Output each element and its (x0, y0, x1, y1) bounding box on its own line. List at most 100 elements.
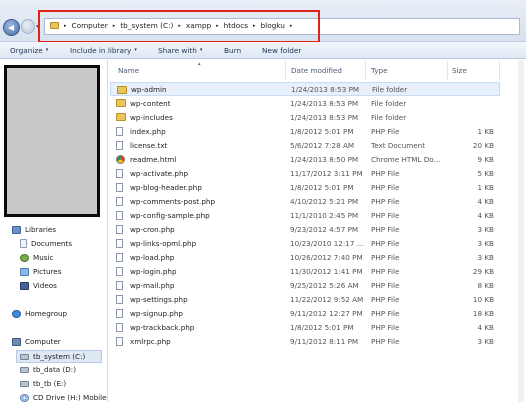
nav-drive-d[interactable]: tb_data (D:) (20, 365, 76, 374)
file-icon (116, 225, 123, 234)
forward-button-icon[interactable] (21, 19, 35, 34)
chevron-down-icon: ▾ (134, 47, 137, 53)
column-header-type[interactable]: Type (366, 60, 448, 80)
folder-icon (116, 113, 126, 121)
nav-libraries-label: Libraries (25, 225, 57, 234)
share-with-button[interactable]: Share with ▾ (158, 46, 224, 55)
back-button-icon[interactable] (3, 19, 20, 36)
file-name: wp-login.php (130, 266, 177, 276)
file-name: wp-blog-header.php (130, 182, 202, 192)
file-date-modified: 11/17/2012 3:11 PM (290, 168, 363, 178)
file-name: readme.html (130, 154, 177, 164)
file-name: wp-content (130, 98, 171, 108)
file-size: 8 KB (477, 280, 494, 290)
file-type: PHP File (371, 336, 400, 346)
file-size: 3 KB (477, 336, 494, 346)
file-icon (116, 183, 123, 192)
file-date-modified: 1/24/2013 8:53 PM (290, 112, 359, 122)
scrollbar[interactable] (518, 60, 524, 402)
share-label: Share with (158, 45, 197, 55)
file-size: 20 KB (472, 140, 494, 150)
file-name: wp-settings.php (130, 294, 188, 304)
file-name: wp-admin (131, 84, 167, 94)
nav-homegroup-label: Homegroup (25, 309, 68, 318)
file-type: PHP File (371, 126, 400, 136)
file-size: 4 KB (477, 196, 494, 206)
hard-drive-icon (20, 353, 29, 360)
file-name: index.php (130, 126, 166, 136)
file-row[interactable]: wp-login.php 11/30/2012 1:41 PM PHP File 29… (110, 264, 500, 278)
column-header-date[interactable]: Date modified (286, 60, 366, 80)
file-type: File folder (372, 84, 408, 94)
nav-documents-label: Documents (31, 239, 72, 248)
file-row[interactable]: index.php 1/8/2012 5:01 PM PHP File 1 KB (110, 124, 500, 138)
file-row[interactable]: wp-mail.php 9/25/2012 5:26 AM PHP File 8 KB (110, 278, 500, 292)
file-type: PHP File (371, 224, 400, 234)
file-date-modified: 9/11/2012 12:27 PM (290, 308, 363, 318)
preview-placeholder (4, 65, 100, 217)
file-row[interactable]: wp-cron.php 9/23/2012 4:57 PM PHP File 3 KB (110, 222, 500, 236)
file-icon (116, 281, 123, 290)
file-date-modified: 1/24/2013 8:53 PM (291, 84, 360, 94)
file-type: PHP File (371, 280, 400, 290)
folder-row[interactable]: wp-admin 1/24/2013 8:53 PM File folder (110, 82, 500, 96)
organize-button[interactable]: Organize ▾ (10, 46, 70, 55)
file-name: xmlrpc.php (130, 336, 171, 346)
nav-music[interactable]: Music (20, 253, 53, 262)
file-icon (116, 323, 123, 332)
file-icon (116, 211, 123, 220)
nav-drive-e[interactable]: tb_tb (E:) (20, 379, 66, 388)
nav-drive-c[interactable]: tb_system (C:) (16, 350, 102, 363)
file-date-modified: 9/25/2012 5:26 AM (290, 280, 359, 290)
nav-drive-h-label: CD Drive (H:) Mobile (33, 393, 107, 402)
new-folder-button[interactable]: New folder (262, 46, 301, 55)
folder-row[interactable]: wp-content 1/24/2013 8:53 PM File folder (110, 96, 500, 110)
file-type: File folder (371, 98, 407, 108)
file-row[interactable]: wp-settings.php 11/22/2012 9:52 AM PHP Fil… (110, 292, 500, 306)
file-row[interactable]: wp-links-opml.php 10/23/2010 12:17 ... PHP… (110, 236, 500, 250)
file-size: 1 KB (477, 126, 494, 136)
file-row[interactable]: wp-comments-post.php 4/10/2012 5:21 PM PHP… (110, 194, 500, 208)
file-row[interactable]: license.txt 5/6/2012 7:28 AM Text Document… (110, 138, 500, 152)
file-row[interactable]: wp-signup.php 9/11/2012 12:27 PM PHP File 1… (110, 306, 500, 320)
file-date-modified: 1/8/2012 5:01 PM (290, 322, 354, 332)
nav-videos-label: Videos (33, 281, 57, 290)
chevron-down-icon: ▾ (199, 47, 203, 53)
file-row[interactable]: wp-trackback.php 1/8/2012 5:01 PM PHP File… (110, 320, 500, 334)
file-name: wp-mail.php (130, 280, 175, 290)
sort-ascending-icon: ▴ (198, 61, 201, 67)
file-date-modified: 1/24/2013 8:50 PM (290, 154, 359, 164)
nav-pictures-label: Pictures (33, 267, 62, 276)
file-row[interactable]: xmlrpc.php 9/11/2012 8:11 PM PHP File 3 KB (110, 334, 500, 348)
burn-button[interactable]: Burn (224, 46, 262, 55)
column-header-size[interactable]: Size (448, 60, 500, 80)
documents-icon (20, 239, 27, 248)
file-icon (116, 169, 123, 178)
nav-homegroup[interactable]: Homegroup (12, 309, 67, 318)
file-date-modified: 4/10/2012 5:21 PM (290, 196, 359, 206)
file-date-modified: 1/8/2012 5:01 PM (290, 126, 354, 136)
file-size: 4 KB (477, 210, 494, 220)
nav-libraries[interactable]: Libraries (12, 225, 56, 234)
file-type: PHP File (371, 210, 400, 220)
file-row[interactable]: wp-blog-header.php 1/8/2012 5:01 PM PHP Fi… (110, 180, 500, 194)
file-size: 18 KB (472, 308, 494, 318)
nav-videos[interactable]: Videos (20, 281, 57, 290)
libraries-icon (12, 225, 21, 234)
nav-drive-h[interactable]: CD Drive (H:) Mobile (20, 393, 107, 402)
nav-pictures[interactable]: Pictures (20, 267, 61, 276)
folder-row[interactable]: wp-includes 1/24/2013 8:53 PM File folder (110, 110, 500, 124)
file-row[interactable]: wp-load.php 10/26/2012 7:40 PM PHP File 3 K… (110, 250, 500, 264)
file-row[interactable]: wp-activate.php 11/17/2012 3:11 PM PHP Fil… (110, 166, 500, 180)
pictures-icon (20, 267, 29, 276)
include-in-library-button[interactable]: Include in library ▾ (70, 46, 158, 55)
folder-icon (116, 99, 126, 107)
file-row[interactable]: readme.html 1/24/2013 8:50 PM Chrome HTML … (110, 152, 500, 166)
file-name: wp-config-sample.php (130, 210, 210, 220)
file-icon (116, 127, 123, 136)
file-row[interactable]: wp-config-sample.php 11/1/2010 2:45 PM PHP… (110, 208, 500, 222)
file-size: 4 KB (477, 322, 494, 332)
file-type: PHP File (371, 168, 400, 178)
nav-documents[interactable]: Documents (20, 239, 72, 248)
nav-computer[interactable]: Computer (12, 337, 61, 346)
